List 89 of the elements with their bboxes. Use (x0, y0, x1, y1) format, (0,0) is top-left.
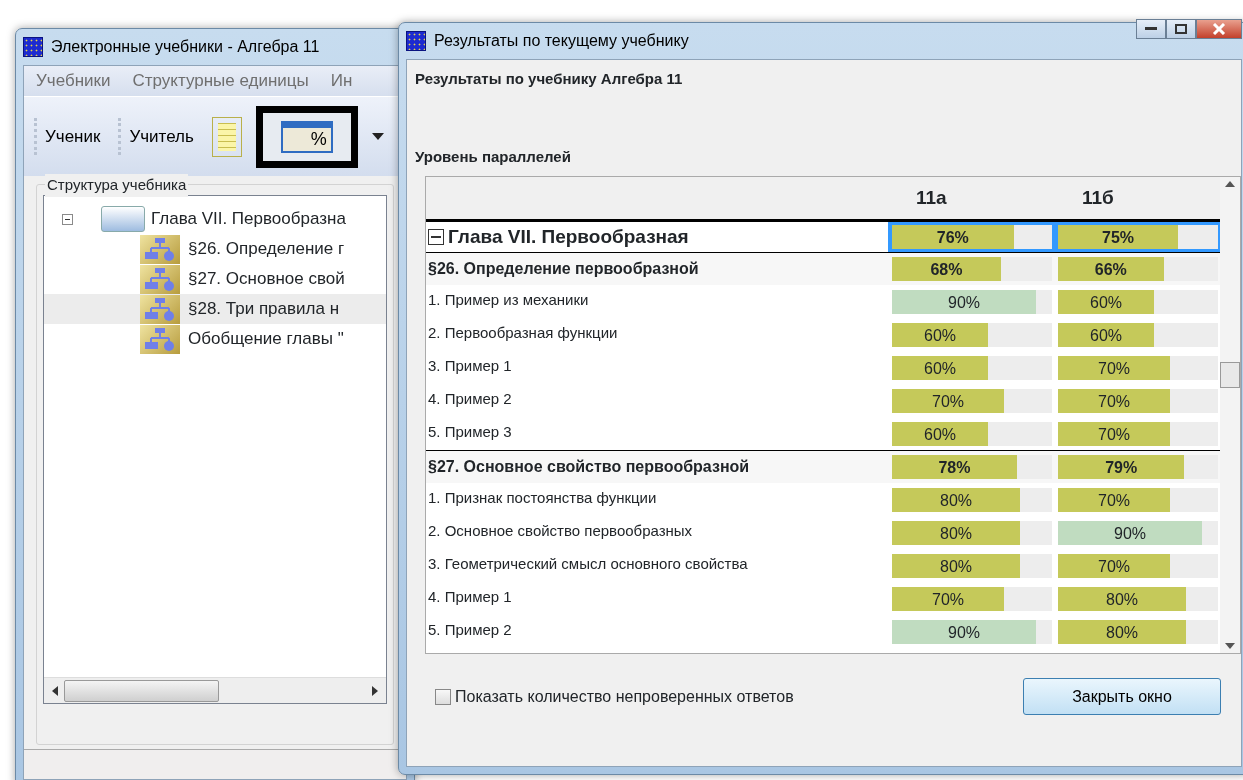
percent-bar: 68% (892, 257, 1001, 281)
percent-bar: 60% (1058, 322, 1154, 347)
row-label: 3. Пример 1 (428, 356, 512, 376)
app-icon (23, 37, 43, 57)
window-title: Электронные учебники - Алгебра 11 (51, 37, 320, 57)
app-icon (406, 31, 426, 51)
percent-bar: 70% (1058, 487, 1170, 512)
scroll-right-icon[interactable] (372, 685, 378, 696)
minimize-button[interactable] (1136, 19, 1166, 39)
section-heading: Уровень параллелей (415, 147, 572, 167)
checkbox-label[interactable]: Показать количество непроверенных ответов (455, 684, 794, 709)
horizontal-scrollbar[interactable] (44, 677, 386, 703)
vertical-scrollbar[interactable] (1220, 177, 1240, 653)
percent-bar: 70% (1058, 388, 1170, 413)
row-label: §26. Определение первообразной (428, 259, 699, 279)
report-heading: Результаты по учебнику Алгебра 11 (415, 69, 684, 89)
menu-item[interactable]: Учебники (36, 68, 111, 94)
maximize-icon (1175, 24, 1187, 34)
dropdown-caret-icon[interactable] (371, 133, 384, 140)
percent-bar: 90% (892, 619, 1036, 644)
close-window-button[interactable]: Закрыть окно (1023, 678, 1221, 715)
maximize-button[interactable] (1166, 19, 1196, 39)
percent-bar: 80% (1058, 586, 1186, 611)
checkbox[interactable] (435, 688, 451, 705)
percent-bar: 60% (892, 355, 988, 380)
percent-bar: 70% (892, 586, 1004, 611)
row-label: 4. Пример 2 (428, 389, 512, 409)
row-label: §27. Основное свойство первообразной (428, 457, 750, 477)
percent-bar: 80% (892, 553, 1020, 578)
expand-toggle-icon[interactable] (428, 229, 444, 245)
percent-bar: 90% (892, 289, 1036, 314)
hierarchy-icon (140, 324, 180, 354)
percent-bar: 76% (892, 225, 1014, 249)
scroll-thumb[interactable] (64, 679, 219, 702)
percent-bar: 80% (892, 520, 1020, 545)
percent-bar: 70% (1058, 355, 1170, 380)
percent-bar: 75% (1058, 225, 1178, 249)
hierarchy-icon (140, 234, 180, 264)
percent-bar: 80% (1058, 619, 1186, 644)
tree-item-label: §28. Три правила н (188, 298, 340, 321)
scroll-down-icon[interactable] (1225, 643, 1235, 649)
row-label: Глава VII. Первообразная (448, 224, 689, 249)
hierarchy-icon (140, 294, 180, 324)
tree-item-label: §26. Определение г (188, 238, 345, 261)
percent-bar: 90% (1058, 520, 1202, 545)
toolbar-button[interactable]: Учитель (118, 117, 198, 156)
row-label: 1. Пример из механики (428, 290, 589, 310)
close-button[interactable] (1196, 19, 1242, 39)
percent-bar: 60% (892, 421, 988, 446)
menu-item[interactable]: Ин (330, 68, 353, 94)
percent-bar: 79% (1058, 455, 1185, 479)
menu-item[interactable]: Структурные единицы (132, 68, 309, 94)
toolbar-button[interactable]: Ученик (34, 117, 105, 156)
scroll-left-icon[interactable] (52, 685, 58, 696)
hierarchy-icon (140, 264, 180, 294)
tree-item[interactable]: §27. Основное свой (44, 264, 386, 294)
tree-item-label: §27. Основное свой (188, 268, 345, 291)
row-label: 5. Пример 3 (428, 422, 512, 442)
percent-bar: 60% (892, 322, 988, 347)
column-header: 11б (1081, 186, 1114, 208)
scroll-up-icon[interactable] (1225, 181, 1235, 187)
percent-bar: 60% (1058, 289, 1154, 314)
row-label: 5. Пример 2 (428, 620, 512, 640)
tree-item[interactable]: Глава VII. Первообразна (44, 204, 386, 234)
tree-item[interactable]: §28. Три правила н (44, 294, 386, 324)
percent-bar: 70% (1058, 421, 1170, 446)
tree-item-label: Глава VII. Первообразна (151, 208, 346, 231)
tree-item[interactable]: §26. Определение г (44, 234, 386, 264)
row-label: 2. Первообразная функции (428, 323, 618, 343)
scroll-thumb[interactable] (1220, 362, 1240, 388)
row-label: 1. Признак постоянства функции (428, 488, 657, 508)
column-header: 11а (915, 186, 947, 208)
percent-bar: 70% (1058, 553, 1170, 578)
tree-item[interactable]: Обобщение главы " (44, 324, 386, 354)
dialog-title: Результаты по текущему учебнику (434, 31, 689, 51)
collapse-toggle-icon[interactable] (62, 213, 73, 225)
tree-item-label: Обобщение главы " (188, 328, 344, 351)
row-label: 2. Основное свойство первообразных (428, 521, 693, 541)
percent-bar: 70% (892, 388, 1004, 413)
row-label: 4. Пример 1 (428, 587, 512, 607)
minimize-icon (1145, 27, 1157, 31)
percent-table-button[interactable]: % (255, 105, 358, 168)
group-title: Структура учебника (45, 174, 189, 197)
close-icon (1212, 23, 1226, 35)
row-label: 3. Геометрический смысл основного свойства (428, 554, 748, 574)
chapter-icon (101, 206, 145, 232)
percent-bar: 80% (892, 487, 1020, 512)
percent-bar: 66% (1058, 257, 1164, 281)
percent-bar: 78% (892, 455, 1017, 479)
